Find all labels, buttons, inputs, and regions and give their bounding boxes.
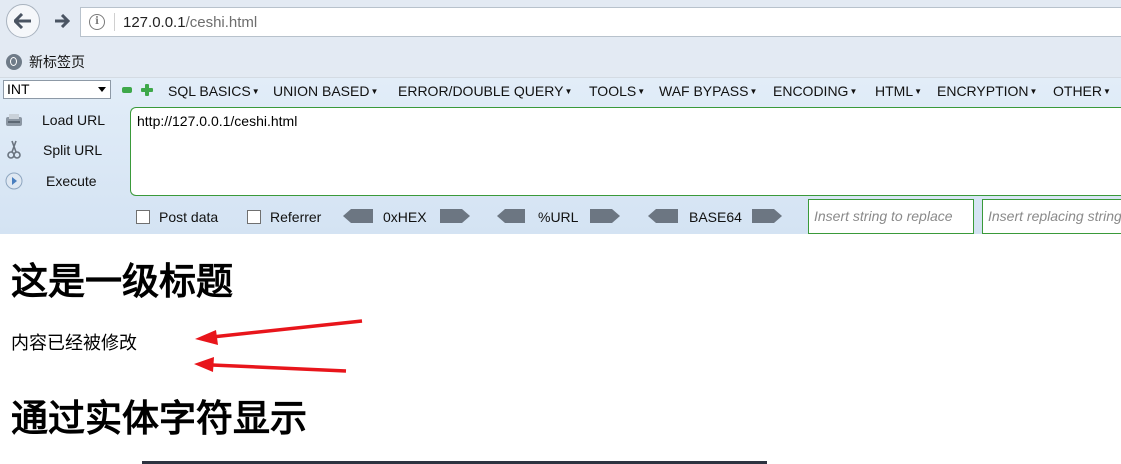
base64-label[interactable]: BASE64 bbox=[689, 209, 742, 225]
caret-down-icon: ▼ bbox=[564, 87, 573, 96]
url-encode-label[interactable]: %URL bbox=[538, 209, 578, 225]
menu-label: ENCRYPTION bbox=[937, 83, 1029, 99]
replace-string-input[interactable]: Insert string to replace bbox=[808, 199, 974, 234]
annotation-arrows bbox=[194, 319, 363, 373]
menu-label: HTML bbox=[875, 83, 914, 99]
annotation-arrow-1 bbox=[195, 319, 363, 345]
decode-right-arrow-icon[interactable] bbox=[440, 209, 470, 223]
replacing-string-input[interactable]: Insert replacing string bbox=[982, 199, 1121, 234]
caret-down-icon: ▼ bbox=[1103, 87, 1111, 96]
caret-down-icon: ▼ bbox=[849, 87, 858, 96]
menu-error-double-query[interactable]: ERROR/DOUBLE QUERY▼ bbox=[398, 83, 572, 99]
decode-right-arrow-icon[interactable] bbox=[590, 209, 620, 223]
menu-tools[interactable]: TOOLS▼ bbox=[589, 83, 645, 99]
decode-right-arrow-icon[interactable] bbox=[752, 209, 782, 223]
caret-down-icon: ▼ bbox=[637, 87, 646, 96]
menu-waf-bypass[interactable]: WAF BYPASS▼ bbox=[659, 83, 757, 99]
menu-label: ENCODING bbox=[773, 83, 849, 99]
encode-left-arrow-icon[interactable] bbox=[648, 209, 678, 223]
menu-encryption[interactable]: ENCRYPTION▼ bbox=[937, 83, 1037, 99]
caret-down-icon: ▼ bbox=[1029, 87, 1038, 96]
menu-label: ERROR/DOUBLE QUERY bbox=[398, 83, 564, 99]
menu-other[interactable]: OTHER▼ bbox=[1053, 83, 1111, 99]
encode-left-arrow-icon[interactable] bbox=[497, 209, 525, 223]
caret-down-icon: ▼ bbox=[749, 87, 758, 96]
replace-placeholder: Insert string to replace bbox=[814, 208, 953, 224]
annotation-arrow-2 bbox=[194, 357, 347, 373]
replacing-placeholder: Insert replacing string bbox=[988, 208, 1121, 224]
menu-label: TOOLS bbox=[589, 83, 637, 99]
menu-html[interactable]: HTML▼ bbox=[875, 83, 922, 99]
menu-label: WAF BYPASS bbox=[659, 83, 749, 99]
menu-label: OTHER bbox=[1053, 83, 1102, 99]
menu-encoding[interactable]: ENCODING▼ bbox=[773, 83, 857, 99]
caret-down-icon: ▼ bbox=[914, 87, 923, 96]
